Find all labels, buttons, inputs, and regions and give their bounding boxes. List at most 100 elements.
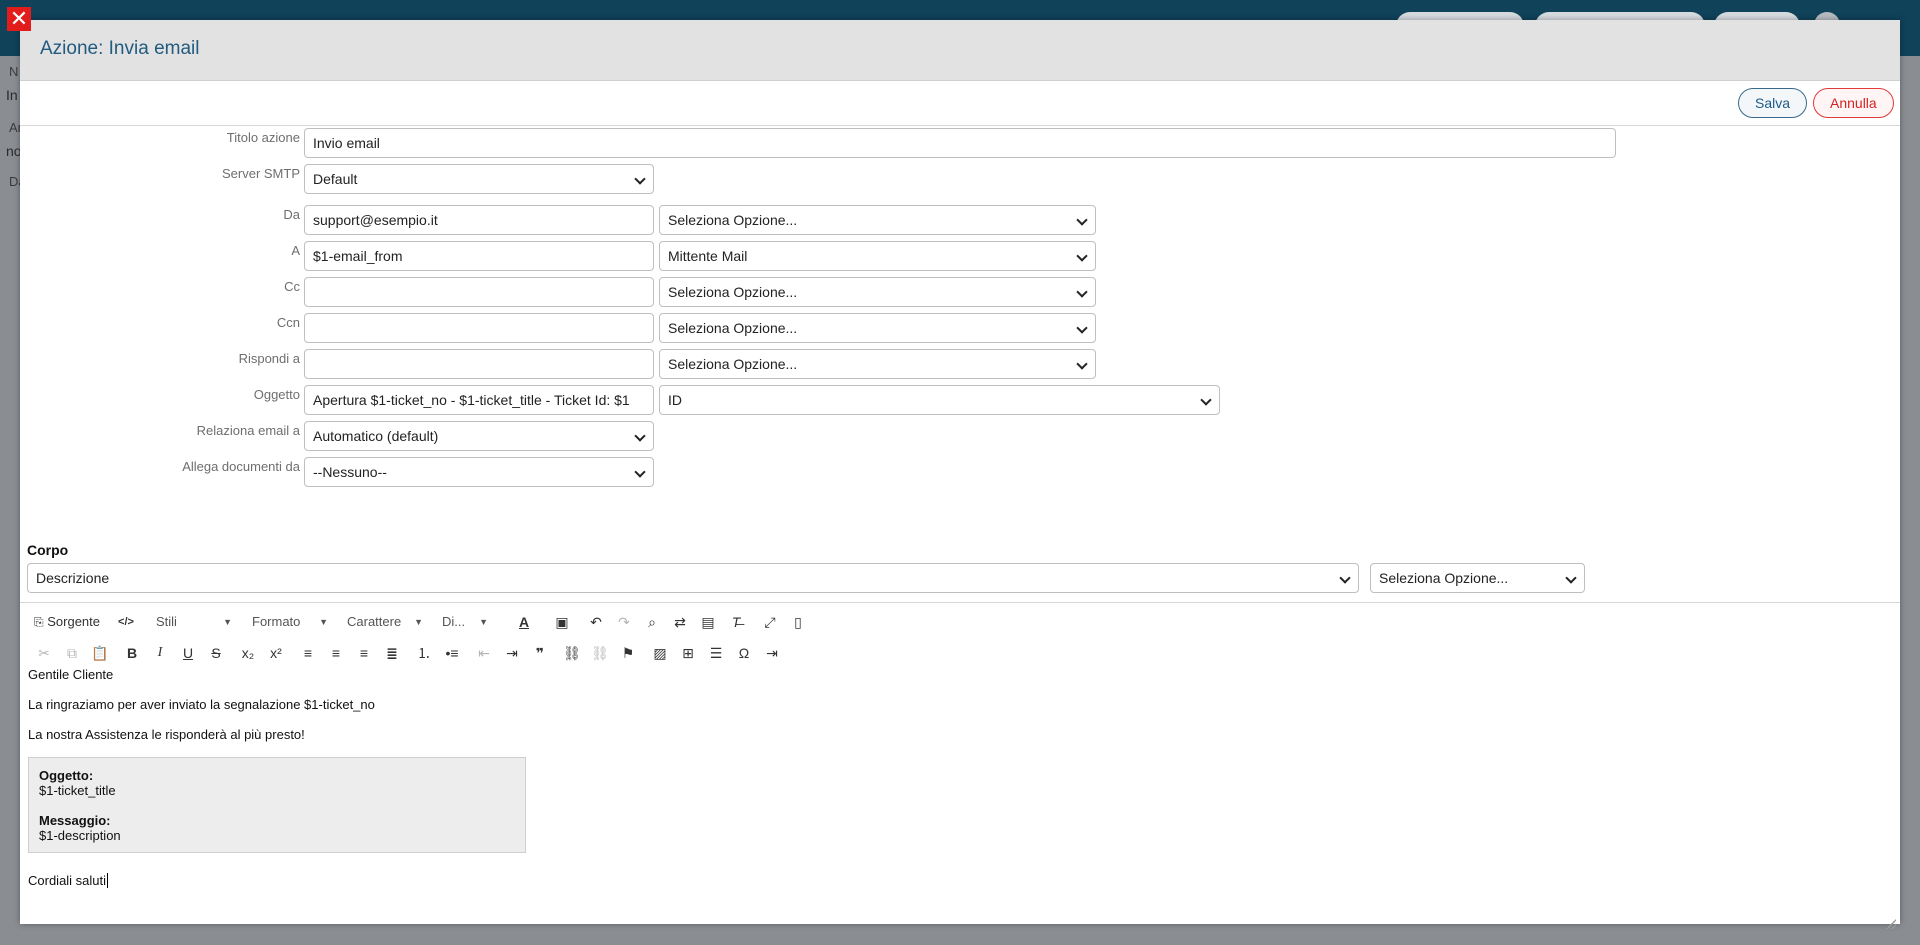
show-blocks-icon[interactable]: ▯: [788, 612, 808, 632]
background-text: In: [6, 87, 18, 103]
cc-input[interactable]: [304, 277, 654, 307]
modal-actions: Salva Annulla: [20, 81, 1900, 126]
smtp-label: Server SMTP: [221, 166, 300, 181]
relate-select[interactable]: Automatico (default): [304, 421, 654, 451]
chevron-down-icon: ▼: [319, 617, 328, 627]
strikethrough-icon[interactable]: S: [206, 643, 226, 663]
text-cursor: [107, 873, 109, 888]
save-button[interactable]: Salva: [1738, 88, 1808, 118]
chevron-down-icon: ▼: [479, 617, 488, 627]
styles-dropdown[interactable]: Stili ▼: [156, 612, 232, 632]
size-label: Di...: [442, 614, 466, 629]
ticket-summary-box: Oggetto: $1-ticket_title Messaggio: $1-d…: [28, 757, 526, 853]
quote-subject-value: $1-ticket_title: [39, 783, 116, 798]
source-button[interactable]: ⎘ Sorgente: [34, 612, 100, 632]
subject-row: Oggetto Apertura $1-ticket_no - $1-ticke…: [20, 385, 1900, 415]
bcc-row: Ccn Seleziona Opzione...: [20, 313, 1900, 343]
bcc-option-select[interactable]: Seleziona Opzione...: [659, 313, 1096, 343]
styles-label: Stili: [156, 614, 177, 629]
table-icon[interactable]: ⊞: [678, 643, 698, 663]
search-icon[interactable]: ⌕: [642, 612, 662, 632]
background-text: N: [9, 64, 19, 79]
subject-label: Oggetto: [253, 387, 300, 402]
relate-label: Relaziona email a: [196, 423, 300, 438]
maximize-icon[interactable]: ⤢: [760, 612, 780, 632]
outdent-icon[interactable]: ⇤: [474, 643, 494, 663]
chevron-down-icon: ▼: [414, 617, 423, 627]
horizontal-line-icon[interactable]: ☰: [706, 643, 726, 663]
blockquote-icon[interactable]: ❞: [530, 643, 550, 663]
select-all-icon[interactable]: ▤: [698, 612, 718, 632]
close-icon[interactable]: ✕: [7, 7, 31, 31]
background-color-icon[interactable]: ▣: [552, 612, 572, 632]
to-option-select[interactable]: Mittente Mail: [659, 241, 1096, 271]
replace-icon[interactable]: ⇄: [670, 612, 690, 632]
text-color-icon[interactable]: A: [514, 612, 534, 632]
link-icon[interactable]: ⛓: [562, 643, 582, 663]
align-center-icon[interactable]: ≡: [326, 643, 346, 663]
remove-format-icon[interactable]: T̶: [726, 612, 746, 632]
undo-icon[interactable]: ↶: [586, 612, 606, 632]
underline-icon[interactable]: U: [178, 643, 198, 663]
code-icon[interactable]: </>: [116, 612, 136, 632]
bold-icon[interactable]: B: [122, 643, 142, 663]
body-option-select[interactable]: Seleziona Opzione...: [1370, 563, 1585, 593]
redo-icon[interactable]: ↷: [614, 612, 634, 632]
action-modal: Azione: Invia email Salva Annulla Titolo…: [20, 20, 1900, 929]
align-justify-icon[interactable]: ≣: [382, 643, 402, 663]
bulleted-list-icon[interactable]: •≡: [442, 643, 462, 663]
quote-message-value: $1-description: [39, 828, 121, 843]
copy-icon[interactable]: ⧉: [62, 643, 82, 663]
to-input[interactable]: $1-email_from: [304, 241, 654, 271]
source-icon: ⎘: [34, 615, 44, 629]
anchor-flag-icon[interactable]: ⚑: [618, 643, 638, 663]
size-dropdown[interactable]: Di... ▼: [442, 612, 488, 632]
page-break-icon[interactable]: ⇥: [762, 643, 782, 663]
closing-label: Cordiali saluti: [28, 873, 107, 888]
format-dropdown[interactable]: Formato ▼: [252, 612, 328, 632]
cc-row: Cc Seleziona Opzione...: [20, 277, 1900, 307]
to-row: A $1-email_from Mittente Mail: [20, 241, 1900, 271]
title-input[interactable]: Invio email: [304, 128, 1616, 158]
italic-icon[interactable]: I: [150, 643, 170, 663]
action-form: Titolo azione Invio email Server SMTP De…: [20, 126, 1900, 542]
from-input[interactable]: support@esempio.it: [304, 205, 654, 235]
title-row: Titolo azione Invio email: [20, 128, 1900, 158]
bcc-input[interactable]: [304, 313, 654, 343]
paste-icon[interactable]: 📋: [90, 643, 110, 663]
quote-message-label: Messaggio:: [39, 813, 111, 828]
numbered-list-icon[interactable]: ⒈: [414, 643, 434, 663]
image-icon[interactable]: ▨: [650, 643, 670, 663]
cc-option-select[interactable]: Seleziona Opzione...: [659, 277, 1096, 307]
reply-to-option-select[interactable]: Seleziona Opzione...: [659, 349, 1096, 379]
cut-icon[interactable]: ✂: [34, 643, 54, 663]
body-label: Corpo: [27, 542, 69, 558]
reply-to-label: Rispondi a: [238, 351, 300, 366]
quote-subject-label: Oggetto:: [39, 768, 94, 783]
unlink-icon[interactable]: ⛓: [590, 643, 610, 663]
superscript-icon[interactable]: x²: [266, 643, 286, 663]
modal-header: Azione: Invia email: [20, 20, 1900, 81]
response-text: La nostra Assistenza le risponderà al pi…: [28, 727, 305, 742]
reply-to-input[interactable]: [304, 349, 654, 379]
attach-select[interactable]: --Nessuno--: [304, 457, 654, 487]
smtp-select[interactable]: Default: [304, 164, 654, 194]
resize-handle-icon[interactable]: [1886, 919, 1896, 929]
chevron-down-icon: ▼: [223, 617, 232, 627]
subject-input[interactable]: Apertura $1-ticket_no - $1-ticket_title …: [304, 385, 654, 415]
from-option-select[interactable]: Seleziona Opzione...: [659, 205, 1096, 235]
align-right-icon[interactable]: ≡: [354, 643, 374, 663]
subject-option-select[interactable]: ID: [659, 385, 1220, 415]
align-left-icon[interactable]: ≡: [298, 643, 318, 663]
to-label: A: [291, 243, 300, 258]
indent-icon[interactable]: ⇥: [502, 643, 522, 663]
reply-to-row: Rispondi a Seleziona Opzione...: [20, 349, 1900, 379]
font-label: Carattere: [347, 614, 402, 629]
subscript-icon[interactable]: x₂: [238, 643, 258, 663]
editor-content[interactable]: Gentile Cliente La ringraziamo per aver …: [20, 665, 1900, 933]
format-label: Formato: [252, 614, 301, 629]
body-field-select[interactable]: Descrizione: [27, 563, 1359, 593]
font-dropdown[interactable]: Carattere ▼: [347, 612, 423, 632]
cancel-button[interactable]: Annulla: [1813, 88, 1894, 118]
special-char-icon[interactable]: Ω: [734, 643, 754, 663]
